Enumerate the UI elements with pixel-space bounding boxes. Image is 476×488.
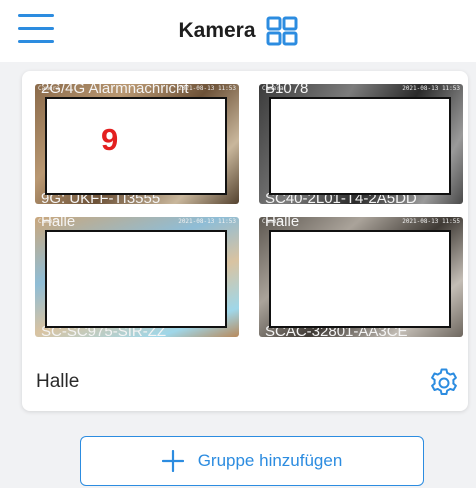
- camera-thumbnail-2[interactable]: Camera 2021-08-13 11:53 B1078 SC40-2L01-…: [259, 84, 463, 204]
- thumbnail-cover: [269, 97, 451, 195]
- plus-icon: [161, 450, 184, 472]
- grid-view-icon[interactable]: [266, 16, 298, 46]
- add-group-label: Gruppe hinzufügen: [197, 451, 343, 470]
- camera-count: 9: [101, 122, 119, 157]
- camera-thumbnail-1[interactable]: Camera 2021-08-13 11:53 2G/4G Alarmnachr…: [35, 84, 239, 204]
- group-name: Halle: [36, 371, 80, 392]
- camera-timestamp: 2021-08-13 11:53: [402, 85, 460, 92]
- camera-overlay-text: 2G/4G Alarmnachricht: [41, 84, 189, 97]
- thumbnail-cover: [269, 230, 451, 328]
- thumbnail-cover: [45, 97, 227, 195]
- add-group-button[interactable]: Gruppe hinzufügen: [80, 436, 424, 486]
- camera-overlay-text: Halle: [41, 217, 76, 230]
- title-area: Kamera: [0, 0, 476, 62]
- gear-icon[interactable]: [428, 367, 460, 399]
- camera-timestamp: 2021-08-13 11:53: [178, 218, 236, 225]
- camera-thumbnail-4[interactable]: Camera 2021-08-13 11:55 Halle SCAC-32801…: [259, 217, 463, 337]
- camera-thumbnail-3[interactable]: Camera 2021-08-13 11:53 Halle SC-SC975-S…: [35, 217, 239, 337]
- page-title: Kamera: [178, 19, 256, 42]
- top-bar: Kamera: [0, 0, 476, 62]
- camera-overlay-text: Halle: [265, 217, 300, 230]
- camera-timestamp: 2021-08-13 11:55: [402, 218, 460, 225]
- camera-overlay-text: B1078: [265, 84, 309, 97]
- thumbnail-cover: [45, 230, 227, 328]
- camera-group-card[interactable]: Camera 2021-08-13 11:53 2G/4G Alarmnachr…: [22, 71, 468, 411]
